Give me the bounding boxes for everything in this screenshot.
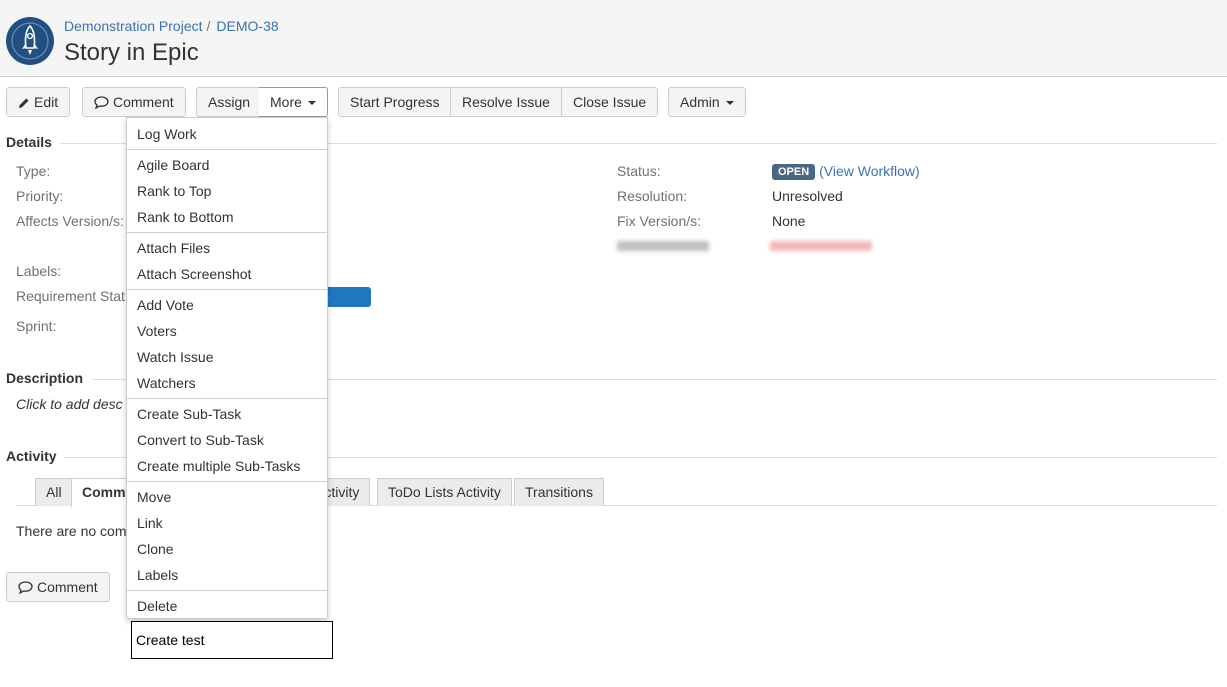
rocket-icon — [11, 22, 49, 60]
menu-item-attach-files[interactable]: Attach Files — [127, 235, 327, 261]
menu-item-attach-screenshot[interactable]: Attach Screenshot — [127, 261, 327, 287]
menu-divider — [127, 232, 327, 233]
add-comment-button[interactable]: Comment — [6, 572, 110, 602]
resolve-issue-button[interactable]: Resolve Issue — [451, 87, 562, 117]
more-label: More — [270, 94, 302, 110]
menu-divider — [127, 481, 327, 482]
admin-button[interactable]: Admin — [668, 87, 746, 117]
redacted-value — [770, 241, 872, 251]
menu-divider — [127, 289, 327, 290]
activity-heading: Activity — [6, 448, 57, 464]
menu-item-create-multiple-sub-tasks[interactable]: Create multiple Sub-Tasks — [127, 453, 327, 479]
fix-version-label: Fix Version/s: — [617, 213, 702, 229]
no-comments-text: There are no com — [16, 523, 127, 539]
project-avatar[interactable] — [6, 17, 54, 65]
status-value: OPEN (View Workflow) — [772, 163, 920, 180]
menu-item-rank-to-bottom[interactable]: Rank to Bottom — [127, 204, 327, 230]
issue-key-link[interactable]: DEMO-38 — [216, 18, 278, 34]
chevron-down-icon — [725, 101, 734, 106]
comment-button[interactable]: Comment — [82, 87, 186, 117]
tab-all[interactable]: All — [35, 478, 73, 506]
view-workflow-link[interactable]: View Workflow — [824, 163, 915, 179]
menu-item-delete[interactable]: Delete — [127, 593, 327, 619]
menu-divider — [127, 590, 327, 591]
fix-version-value: None — [772, 213, 806, 229]
menu-item-watch-issue[interactable]: Watch Issue — [127, 344, 327, 370]
details-heading: Details — [6, 134, 52, 150]
menu-item-clone[interactable]: Clone — [127, 536, 327, 562]
close-issue-button[interactable]: Close Issue — [562, 87, 659, 117]
assign-button[interactable]: Assign — [196, 87, 263, 117]
comment-label: Comment — [113, 94, 174, 110]
resolution-value: Unresolved — [772, 188, 843, 204]
requirement-status-label: Requirement Stat — [16, 288, 125, 304]
status-label: Status: — [617, 163, 661, 179]
breadcrumb-separator: / — [206, 18, 211, 34]
affects-version-label: Affects Version/s: — [16, 213, 124, 229]
speech-bubble-icon — [94, 90, 109, 118]
menu-item-create-test[interactable]: Create test — [131, 621, 333, 659]
menu-item-labels[interactable]: Labels — [127, 562, 327, 588]
menu-item-voters[interactable]: Voters — [127, 318, 327, 344]
menu-divider — [127, 149, 327, 150]
menu-item-log-work[interactable]: Log Work — [127, 121, 327, 147]
more-button[interactable]: More — [259, 87, 328, 117]
sprint-label: Sprint: — [16, 318, 57, 334]
admin-label: Admin — [680, 94, 720, 110]
chevron-down-icon — [307, 101, 316, 106]
project-link[interactable]: Demonstration Project — [64, 18, 203, 34]
issue-header: Demonstration Project / DEMO-38 Story in E… — [0, 0, 1227, 77]
description-heading: Description — [6, 370, 84, 386]
tab-todo-lists-activity[interactable]: ToDo Lists Activity — [377, 478, 512, 506]
breadcrumb: Demonstration Project / DEMO-38 — [64, 18, 279, 34]
speech-bubble-icon — [18, 575, 33, 603]
menu-item-create-sub-task[interactable]: Create Sub-Task — [127, 401, 327, 427]
menu-item-link[interactable]: Link — [127, 510, 327, 536]
menu-item-add-vote[interactable]: Add Vote — [127, 292, 327, 318]
pencil-icon — [18, 90, 30, 118]
menu-item-watchers[interactable]: Watchers — [127, 370, 327, 396]
resolution-label: Resolution: — [617, 188, 688, 204]
description-placeholder[interactable]: Click to add desc — [16, 396, 123, 412]
redacted-label — [617, 241, 709, 251]
menu-item-move[interactable]: Move — [127, 484, 327, 510]
edit-button[interactable]: Edit — [6, 87, 71, 118]
page-title: Story in Epic — [64, 39, 199, 66]
tab-transitions[interactable]: Transitions — [514, 478, 604, 506]
menu-item-agile-board[interactable]: Agile Board — [127, 152, 327, 178]
menu-divider — [127, 398, 327, 399]
priority-label: Priority: — [16, 188, 64, 204]
type-label: Type: — [16, 163, 51, 179]
add-comment-label: Comment — [37, 579, 98, 595]
edit-label: Edit — [34, 94, 59, 110]
start-progress-button[interactable]: Start Progress — [338, 87, 452, 117]
menu-item-rank-to-top[interactable]: Rank to Top — [127, 178, 327, 204]
more-dropdown-menu: Log Work Agile Board Rank to Top Rank to… — [126, 117, 328, 619]
status-paren-close: ) — [915, 163, 920, 179]
labels-label: Labels: — [16, 263, 62, 279]
menu-item-convert-to-sub-task[interactable]: Convert to Sub-Task — [127, 427, 327, 453]
status-badge: OPEN — [772, 164, 816, 180]
